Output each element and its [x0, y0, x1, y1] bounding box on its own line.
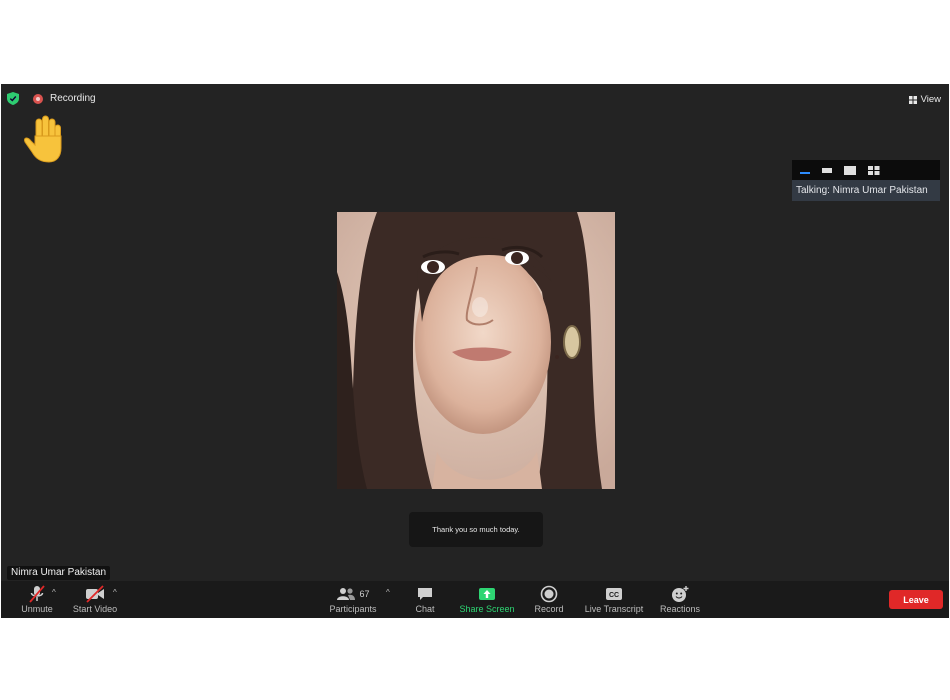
view-button[interactable]: View — [908, 94, 941, 105]
participant-name-tag: Nimra Umar Pakistan — [7, 566, 111, 580]
svg-text:CC: CC — [609, 592, 619, 599]
reactions-icon — [672, 586, 689, 602]
large-view-icon[interactable] — [844, 165, 856, 175]
record-label: Record — [534, 604, 564, 614]
meeting-window: Recording View Talking: Nimra Umar Pakis… — [1, 84, 949, 618]
record-icon — [540, 585, 558, 603]
recording-label: Recording — [50, 93, 96, 104]
caption-box: Thank you so much today. — [409, 512, 543, 547]
leave-button[interactable]: Leave — [889, 590, 943, 609]
minimized-view-icon[interactable] — [800, 166, 810, 174]
chat-label: Chat — [415, 604, 435, 614]
meeting-toolbar: Unmute ^ Start Video ^ 67 Participants ^ — [1, 581, 949, 618]
participants-count: 67 — [359, 589, 370, 599]
start-video-label: Start Video — [72, 604, 118, 614]
recording-dot-icon — [33, 93, 43, 104]
participants-button[interactable]: 67 Participants — [327, 581, 379, 618]
start-video-button[interactable]: Start Video — [69, 581, 121, 618]
share-screen-icon — [479, 588, 495, 600]
participants-options-caret[interactable]: ^ — [386, 588, 390, 597]
chat-icon — [418, 588, 432, 600]
microphone-muted-icon — [29, 585, 45, 603]
share-screen-button[interactable]: Share Screen — [455, 581, 519, 618]
gallery-view-icon[interactable] — [868, 165, 880, 175]
talking-label: Talking: Nimra Umar Pakistan — [792, 180, 940, 201]
video-options-caret[interactable]: ^ — [113, 588, 117, 597]
speaker-view-icon[interactable] — [822, 166, 832, 174]
raised-hand-icon — [24, 115, 62, 163]
participants-icon — [337, 588, 356, 600]
unmute-button[interactable]: Unmute — [17, 581, 57, 618]
grid-icon — [908, 95, 917, 104]
audio-options-caret[interactable]: ^ — [52, 588, 56, 597]
talking-panel: Talking: Nimra Umar Pakistan — [792, 160, 940, 201]
reactions-label: Reactions — [659, 604, 701, 614]
shield-icon[interactable] — [7, 92, 19, 105]
recording-indicator[interactable]: Recording — [33, 93, 96, 104]
record-button[interactable]: Record — [531, 581, 567, 618]
chat-button[interactable]: Chat — [409, 581, 441, 618]
view-mode-switcher — [792, 160, 940, 180]
unmute-label: Unmute — [21, 604, 53, 614]
live-transcript-label: Live Transcript — [584, 604, 644, 614]
live-transcript-button[interactable]: CC Live Transcript — [581, 581, 647, 618]
share-screen-label: Share Screen — [459, 604, 515, 614]
closed-captions-icon: CC — [606, 588, 622, 600]
view-label: View — [920, 94, 941, 105]
reactions-button[interactable]: Reactions — [657, 581, 703, 618]
participants-label: Participants — [329, 604, 377, 614]
video-camera-off-icon — [86, 585, 104, 603]
participant-video — [337, 212, 615, 489]
